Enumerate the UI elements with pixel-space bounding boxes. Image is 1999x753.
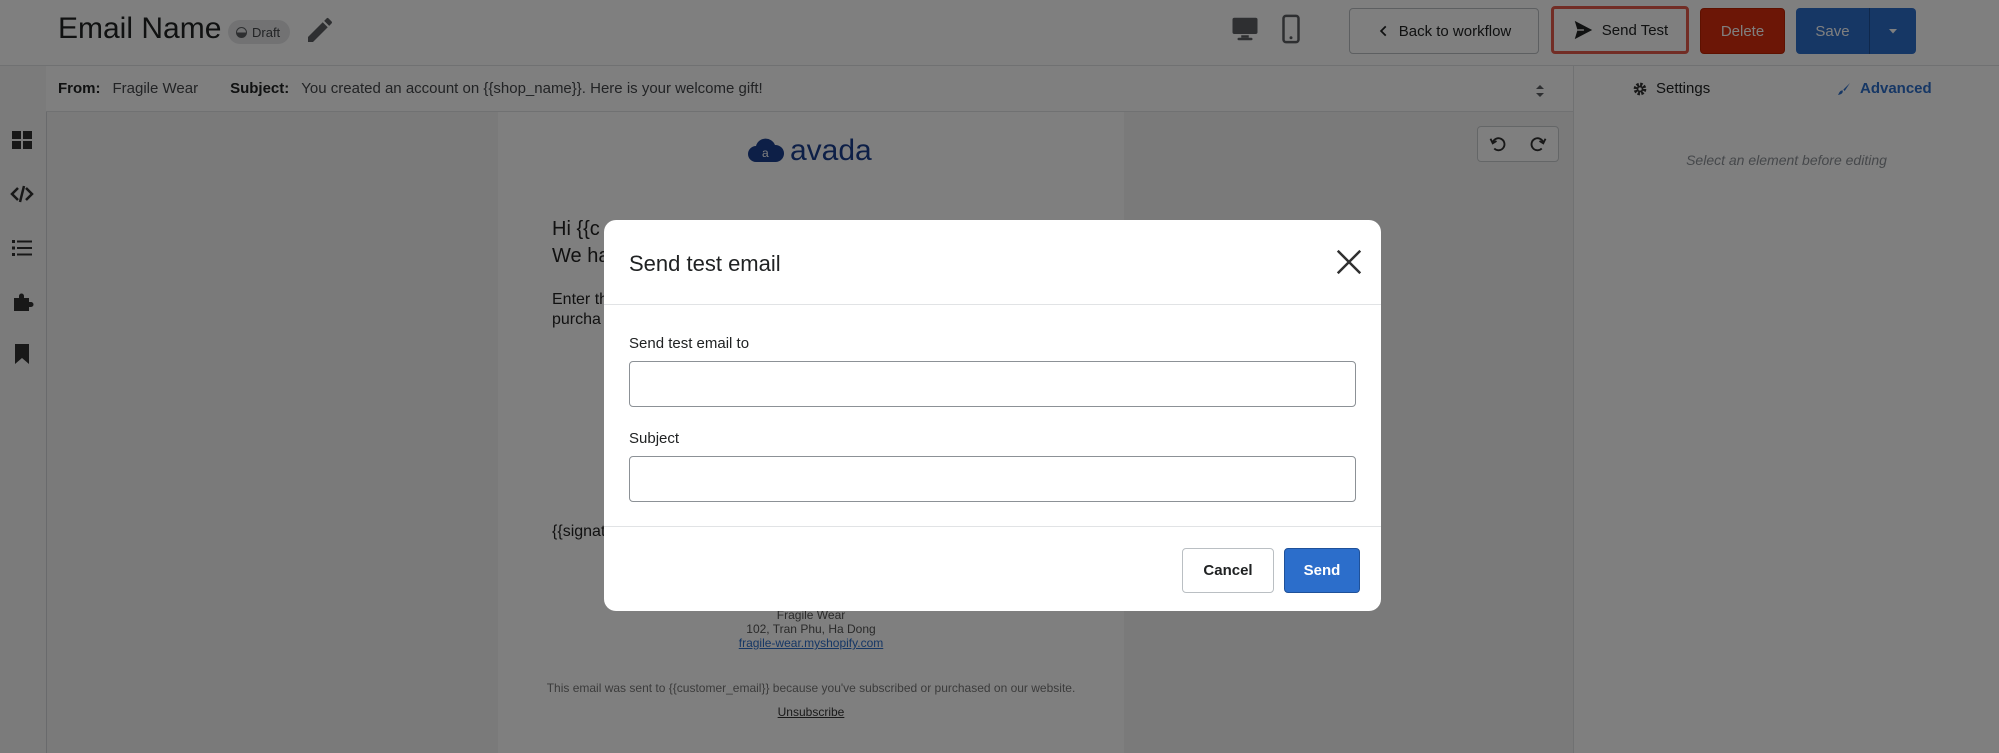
subject-field-label: Subject xyxy=(629,430,680,447)
send-button[interactable]: Send xyxy=(1284,548,1360,593)
modal-title: Send test email xyxy=(629,251,781,276)
cancel-button[interactable]: Cancel xyxy=(1182,548,1274,593)
subject-input[interactable] xyxy=(629,456,1356,502)
send-test-email-modal: Send test email Send test email to Subje… xyxy=(604,220,1381,611)
modal-footer: Cancel Send xyxy=(604,526,1381,611)
send-to-email-input[interactable] xyxy=(629,361,1356,407)
send-to-label: Send test email to xyxy=(629,335,750,352)
close-icon[interactable] xyxy=(1334,247,1364,277)
modal-header: Send test email xyxy=(604,220,1381,305)
